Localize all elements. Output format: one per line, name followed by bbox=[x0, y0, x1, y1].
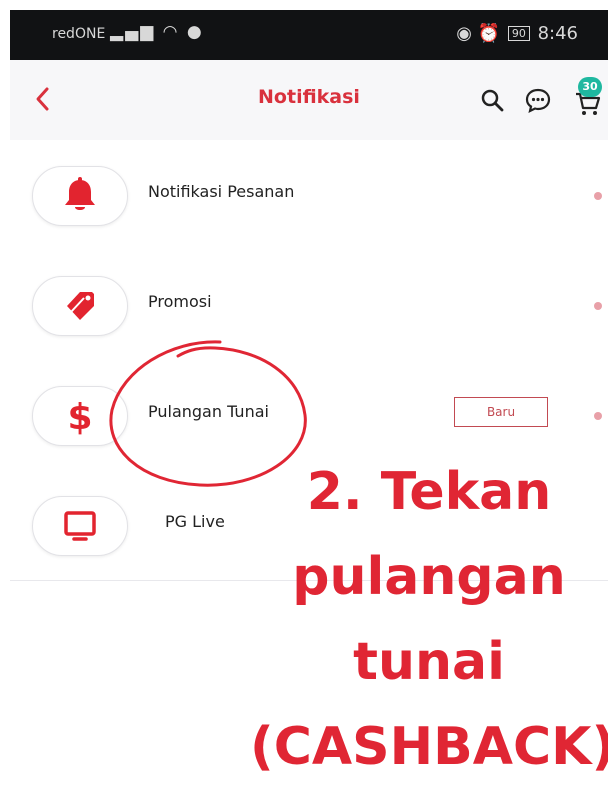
row-label: Notifikasi Pesanan bbox=[148, 182, 295, 201]
notification-row-pesanan[interactable]: Notifikasi Pesanan bbox=[10, 140, 608, 251]
chat-icon[interactable] bbox=[524, 86, 552, 114]
icon-pill bbox=[32, 166, 128, 226]
unread-dot bbox=[594, 412, 602, 420]
status-bar: redONE ▂▄▆ ◠ ● ◉ ⏰ 90 8:46 bbox=[10, 10, 608, 60]
cart-count-badge: 30 bbox=[578, 77, 602, 97]
dollar-icon: $ bbox=[67, 397, 92, 436]
svg-text:$: $ bbox=[67, 397, 92, 436]
wifi-icon: ◠ bbox=[162, 22, 180, 42]
annotation-line-1: 2. Tekan bbox=[306, 462, 552, 522]
annotation-line-2: pulangan bbox=[292, 547, 566, 607]
icon-pill bbox=[32, 496, 128, 556]
status-right: ◉ ⏰ 90 8:46 bbox=[456, 23, 578, 44]
search-icon[interactable] bbox=[478, 86, 506, 114]
eye-icon: ◉ bbox=[456, 23, 472, 44]
signal-wifi-icons: ▂▄▆ ◠ ● bbox=[110, 22, 204, 42]
battery-icon: 90 bbox=[507, 26, 530, 41]
page-title: Notifikasi bbox=[258, 86, 360, 108]
unread-dot bbox=[594, 302, 602, 310]
facebook-icon: ● bbox=[186, 22, 204, 42]
app-bar: Notifikasi 30 bbox=[10, 60, 608, 141]
tv-icon bbox=[64, 511, 96, 541]
icon-pill bbox=[32, 276, 128, 336]
clock-time: 8:46 bbox=[537, 23, 578, 44]
instruction-annotation: 2. Tekan pulangan tunai (CASHBACK) bbox=[250, 450, 608, 790]
row-label: PG Live bbox=[165, 512, 225, 531]
signal-icon: ▂▄▆ bbox=[110, 22, 156, 42]
alarm-icon: ⏰ bbox=[477, 23, 501, 44]
carrier-name: redONE bbox=[52, 26, 106, 42]
annotation-line-3: tunai bbox=[353, 632, 505, 692]
row-label: Promosi bbox=[148, 292, 212, 311]
tag-icon bbox=[67, 292, 94, 320]
bell-icon bbox=[65, 177, 95, 210]
new-badge: Baru bbox=[454, 397, 548, 427]
annotation-line-4: (CASHBACK) bbox=[250, 717, 608, 777]
unread-dot bbox=[594, 192, 602, 200]
